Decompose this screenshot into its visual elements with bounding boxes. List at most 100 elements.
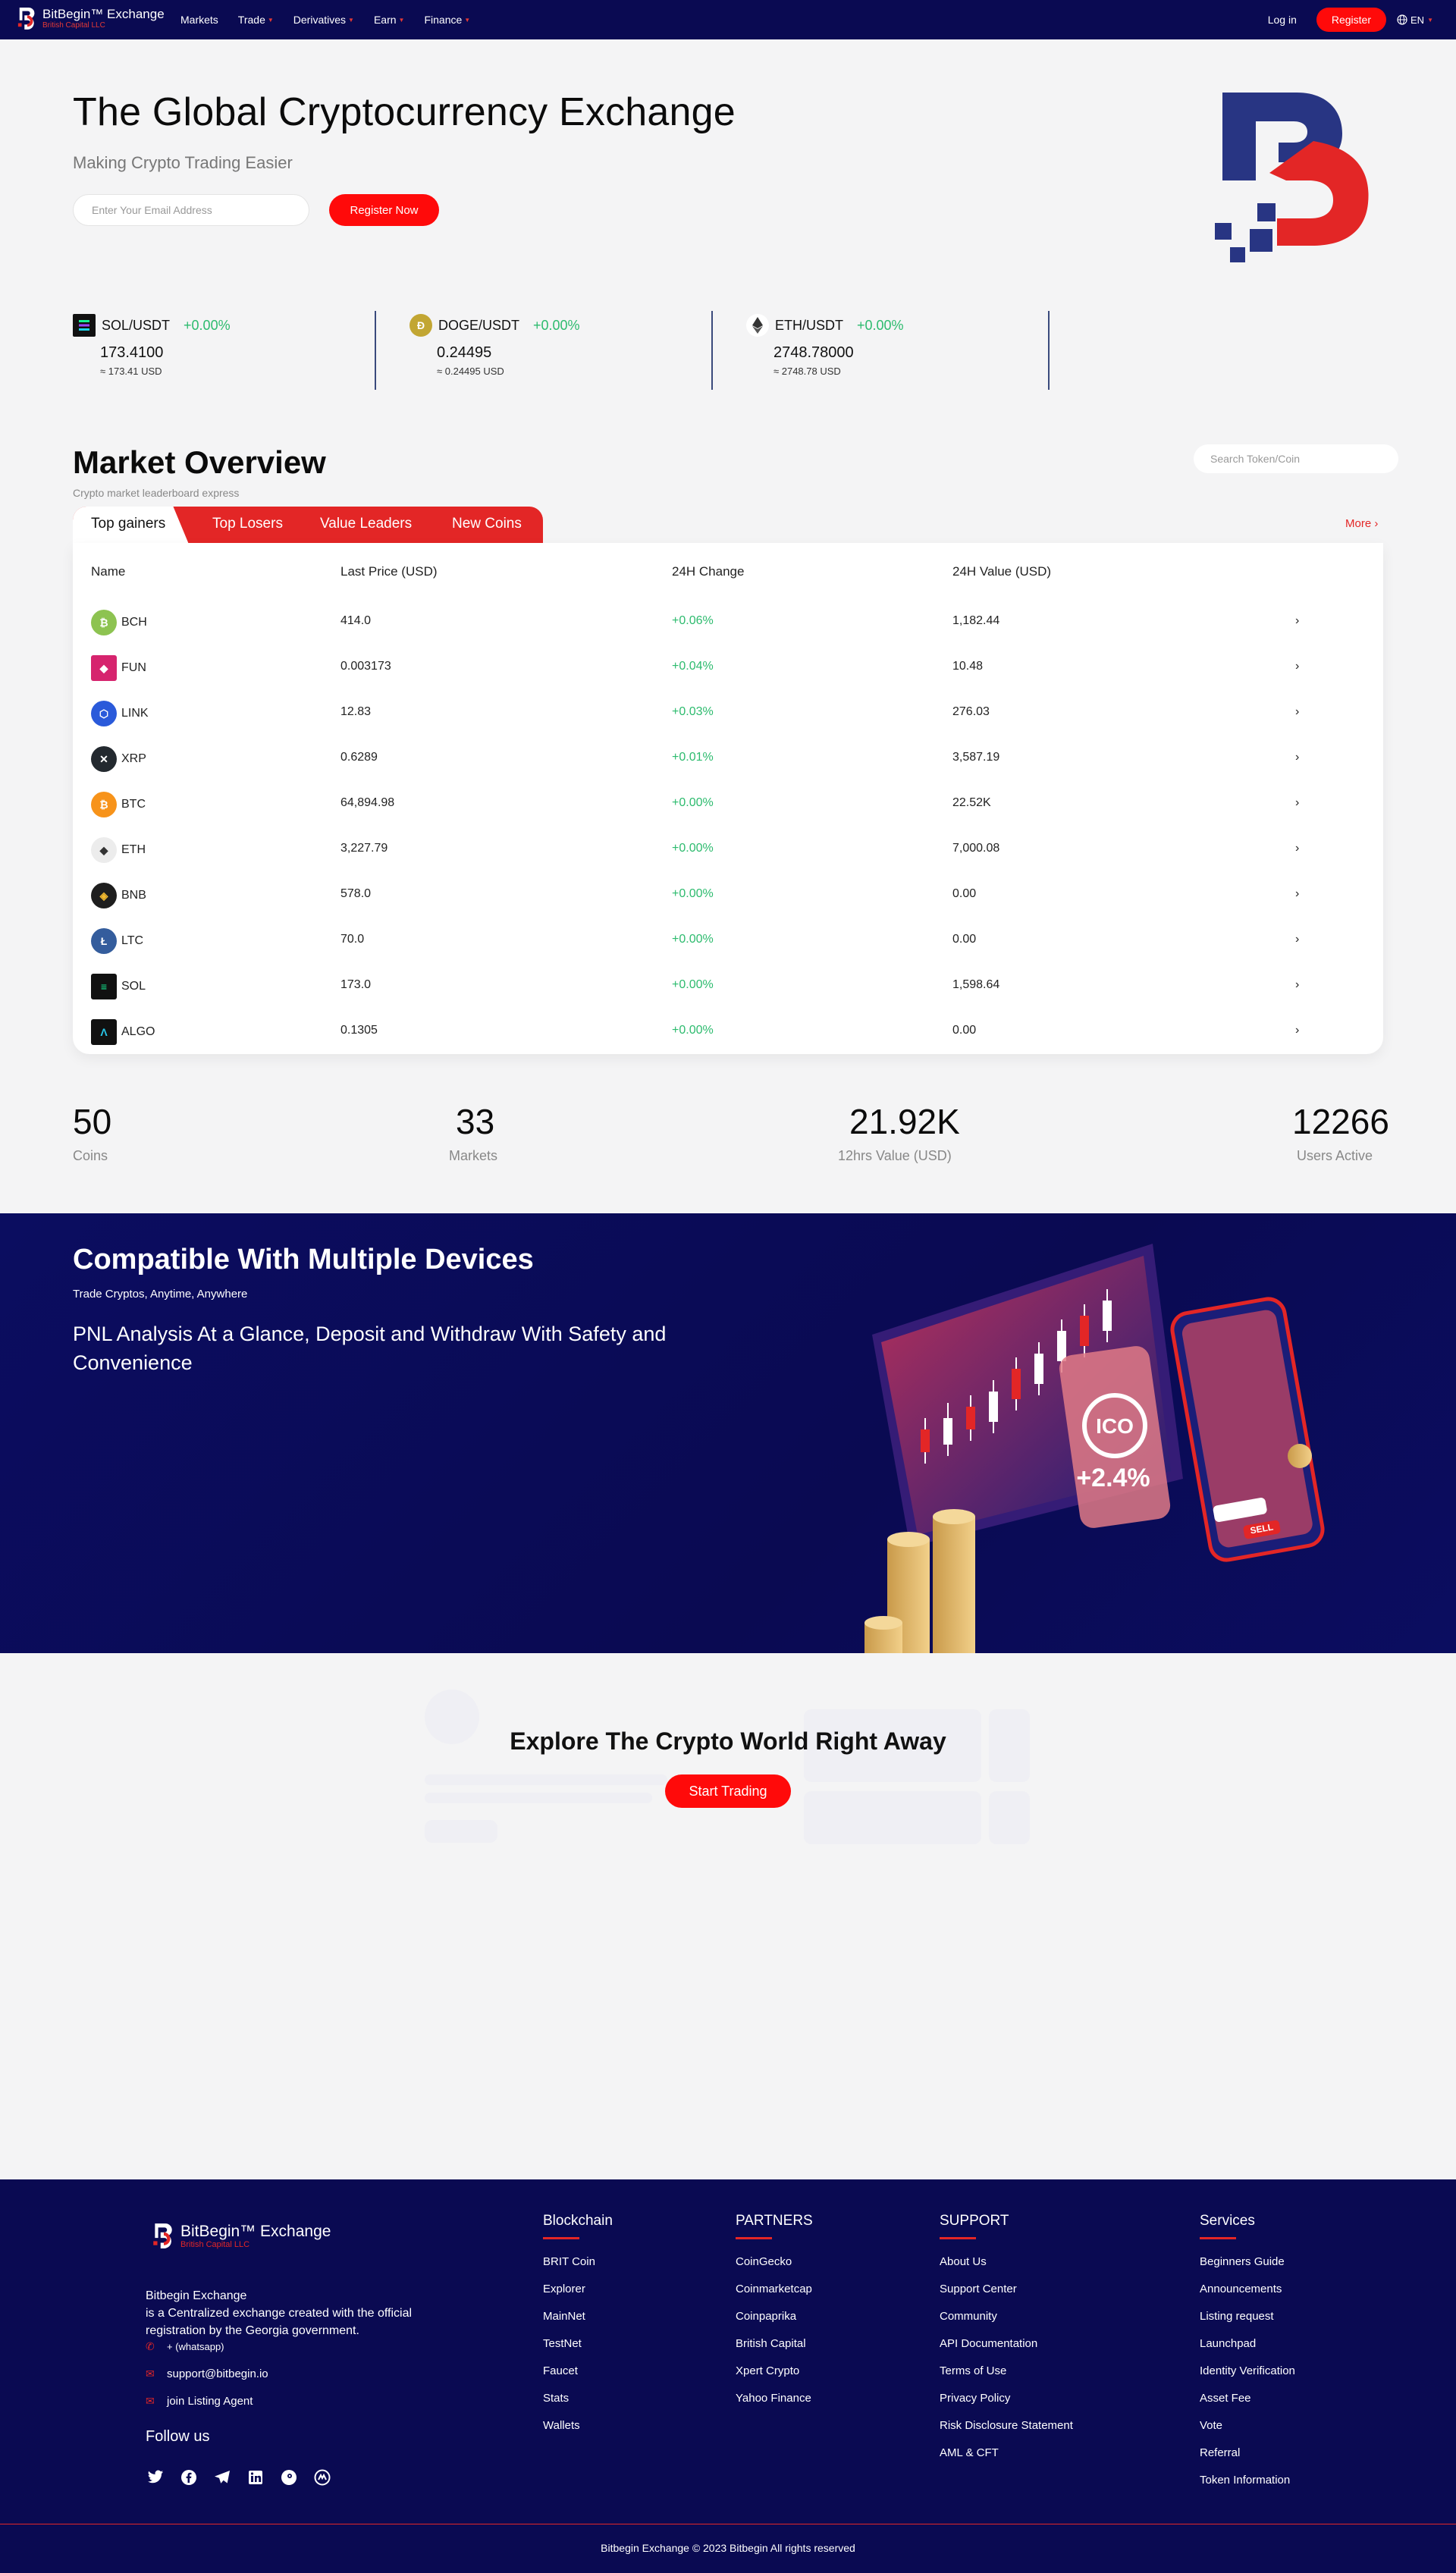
brand-name: BitBegin™ Exchange: [42, 7, 165, 21]
footer-link[interactable]: Stats: [543, 2391, 613, 2405]
coinmarketcap-icon[interactable]: [312, 2468, 332, 2487]
email-input-placeholder: Enter Your Email Address: [92, 204, 212, 216]
coin-name: LINK: [121, 707, 149, 720]
nav-finance[interactable]: Finance ▼: [424, 14, 470, 26]
chevron-right-icon[interactable]: ›: [1295, 751, 1299, 764]
footer-link[interactable]: Token Information: [1200, 2473, 1295, 2487]
more-link[interactable]: More ›: [1345, 517, 1378, 530]
coin-name-cell: Λ ALGO: [91, 1019, 155, 1045]
footer-link[interactable]: Listing request: [1200, 2309, 1295, 2324]
footer-link[interactable]: Announcements: [1200, 2282, 1295, 2296]
footer-phone[interactable]: ✆ + (whatsapp): [146, 2340, 224, 2353]
bch-icon: ₿: [91, 610, 117, 635]
language-selector[interactable]: EN ▼: [1397, 14, 1433, 26]
coin-name-cell: ≡ SOL: [91, 974, 146, 999]
footer-link[interactable]: Coinmarketcap: [736, 2282, 813, 2296]
footer-listing-agent[interactable]: ✉ join Listing Agent: [146, 2395, 253, 2408]
footer-link[interactable]: Xpert Crypto: [736, 2364, 813, 2378]
footer-link[interactable]: API Documentation: [940, 2336, 1073, 2351]
ticker-doge[interactable]: Ð DOGE/USDT +0.00% 0.24495 ≈ 0.24495 USD: [410, 311, 713, 390]
placeholder-pill: [425, 1820, 497, 1843]
footer-link[interactable]: Referral: [1200, 2446, 1295, 2460]
start-trading-button[interactable]: Start Trading: [665, 1774, 791, 1808]
linkedin-icon[interactable]: [246, 2468, 265, 2487]
nav-trade[interactable]: Trade ▼: [238, 14, 274, 26]
footer-link[interactable]: British Capital: [736, 2336, 813, 2351]
last-price-cell: 0.6289: [340, 751, 378, 764]
footer-link[interactable]: Terms of Use: [940, 2364, 1073, 2378]
table-row[interactable]: ≡ SOL 173.0 +0.00% 1,598.64 ›: [73, 963, 1383, 1009]
chevron-right-icon[interactable]: ›: [1295, 1024, 1299, 1037]
col-header-name: Name: [91, 564, 126, 579]
table-row[interactable]: ◆ ETH 3,227.79 +0.00% 7,000.08 ›: [73, 827, 1383, 872]
register-now-button[interactable]: Register Now: [329, 194, 439, 226]
footer-link[interactable]: BRIT Coin: [543, 2255, 613, 2269]
tab-value-leaders[interactable]: Value Leaders: [320, 516, 412, 532]
chevron-right-icon[interactable]: ›: [1295, 705, 1299, 719]
telegram-icon[interactable]: [212, 2468, 232, 2487]
nav-earn[interactable]: Earn ▼: [374, 14, 405, 26]
footer-link[interactable]: Asset Fee: [1200, 2391, 1295, 2405]
footer-link[interactable]: Vote: [1200, 2418, 1295, 2433]
token-search-input[interactable]: Search Token/Coin: [1194, 444, 1398, 473]
nav-markets[interactable]: Markets: [180, 14, 218, 26]
chevron-right-icon[interactable]: ›: [1295, 796, 1299, 810]
footer-link[interactable]: TestNet: [543, 2336, 613, 2351]
table-row[interactable]: ◈ BNB 578.0 +0.00% 0.00 ›: [73, 872, 1383, 918]
footer-link[interactable]: Beginners Guide: [1200, 2255, 1295, 2269]
table-row[interactable]: Λ ALGO 0.1305 +0.00% 0.00 ›: [73, 1009, 1383, 1054]
coingecko-icon[interactable]: [279, 2468, 299, 2487]
footer-link[interactable]: Launchpad: [1200, 2336, 1295, 2351]
chevron-right-icon[interactable]: ›: [1295, 614, 1299, 628]
twitter-icon[interactable]: [146, 2468, 165, 2487]
chevron-right-icon[interactable]: ›: [1295, 887, 1299, 901]
chevron-right-icon[interactable]: ›: [1295, 978, 1299, 992]
tab-top-gainers[interactable]: Top gainers: [91, 516, 165, 532]
tab-new-coins[interactable]: New Coins: [452, 516, 522, 532]
footer-link[interactable]: CoinGecko: [736, 2255, 813, 2269]
tab-top-losers[interactable]: Top Losers: [212, 516, 283, 532]
login-link[interactable]: Log in: [1268, 14, 1297, 26]
footer-link[interactable]: Privacy Policy: [940, 2391, 1073, 2405]
footer-link[interactable]: Yahoo Finance: [736, 2391, 813, 2405]
footer-link[interactable]: Community: [940, 2309, 1073, 2324]
footer-col-blockchain: Blockchain BRIT Coin Explorer MainNet Te…: [543, 2213, 613, 2446]
hero-title: The Global Cryptocurrency Exchange: [73, 90, 736, 134]
table-row[interactable]: ⬡ LINK 12.83 +0.03% 276.03 ›: [73, 690, 1383, 736]
footer-brand-subtitle: British Capital LLC: [180, 2239, 250, 2249]
change-cell: +0.04%: [672, 660, 714, 673]
footer-link[interactable]: Coinpaprika: [736, 2309, 813, 2324]
coin-name-cell: ₿ BTC: [91, 792, 146, 817]
ticker-usd: ≈ 173.41 USD: [100, 366, 162, 377]
chevron-right-icon[interactable]: ›: [1295, 933, 1299, 946]
register-button[interactable]: Register: [1316, 8, 1387, 32]
footer-link[interactable]: Wallets: [543, 2418, 613, 2433]
nav-earn-label: Earn: [373, 14, 397, 26]
footer-link[interactable]: MainNet: [543, 2309, 613, 2324]
footer-link[interactable]: About Us: [940, 2255, 1073, 2269]
footer-link[interactable]: Faucet: [543, 2364, 613, 2378]
table-row[interactable]: ◆ FUN 0.003173 +0.04% 10.48 ›: [73, 645, 1383, 690]
footer-link[interactable]: Identity Verification: [1200, 2364, 1295, 2378]
nav-derivatives[interactable]: Derivatives ▼: [293, 14, 354, 26]
brand-subtitle: British Capital LLC: [42, 21, 105, 30]
table-row[interactable]: ₿ BTC 64,894.98 +0.00% 22.52K ›: [73, 781, 1383, 827]
brand-logo[interactable]: BitBegin™ Exchange British Capital LLC: [17, 6, 165, 30]
table-row[interactable]: ₿ BCH 414.0 +0.06% 1,182.44 ›: [73, 599, 1383, 645]
chevron-right-icon[interactable]: ›: [1295, 842, 1299, 855]
table-row[interactable]: Ł LTC 70.0 +0.00% 0.00 ›: [73, 918, 1383, 963]
email-input[interactable]: Enter Your Email Address: [73, 194, 309, 226]
footer-link[interactable]: Support Center: [940, 2282, 1073, 2296]
footer-brand-name: BitBegin™ Exchange: [180, 2222, 331, 2240]
footer-email[interactable]: ✉ support@bitbegin.io: [146, 2367, 268, 2380]
ticker-sol[interactable]: SOL/USDT +0.00% 173.4100 ≈ 173.41 USD: [73, 311, 376, 390]
footer-link[interactable]: Risk Disclosure Statement: [940, 2418, 1073, 2433]
footer-brand-logo[interactable]: BitBegin™ Exchange British Capital LLC: [152, 2222, 331, 2249]
facebook-icon[interactable]: [179, 2468, 199, 2487]
ticker-eth[interactable]: ETH/USDT +0.00% 2748.78000 ≈ 2748.78 USD: [746, 311, 1050, 390]
footer-link[interactable]: Explorer: [543, 2282, 613, 2296]
footer-link[interactable]: AML & CFT: [940, 2446, 1073, 2460]
table-row[interactable]: ✕ XRP 0.6289 +0.01% 3,587.19 ›: [73, 736, 1383, 781]
value-cell: 3,587.19: [952, 751, 1000, 764]
chevron-right-icon[interactable]: ›: [1295, 660, 1299, 673]
